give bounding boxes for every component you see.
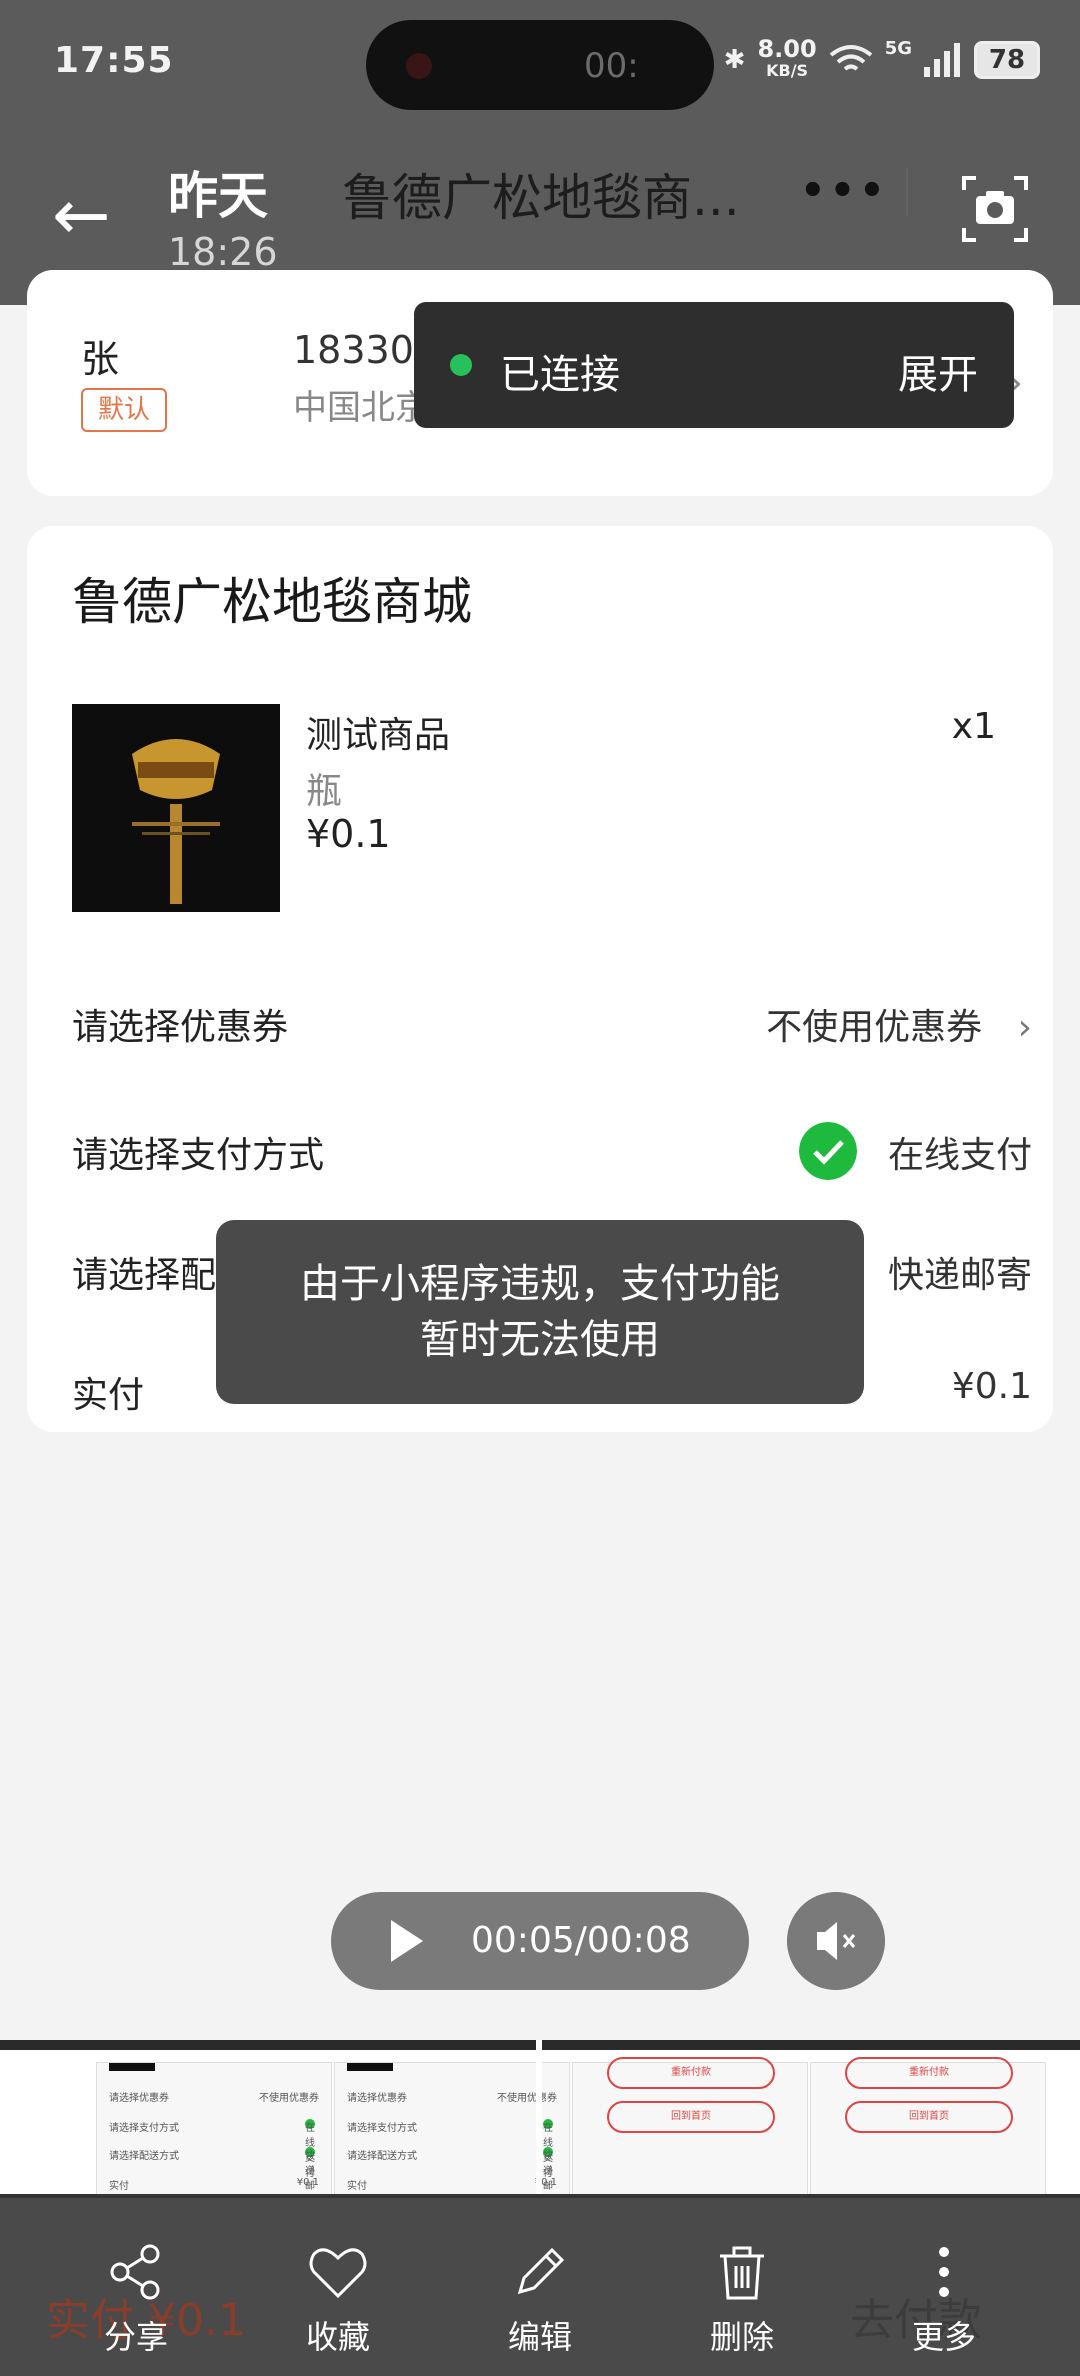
total-value: ¥0.1 [951,1366,1032,1407]
connection-toast: 已连接 展开 [414,302,1014,428]
capsule-divider [906,168,908,216]
favorite-button[interactable]: 收藏 [278,2242,398,2358]
front-camera [406,53,432,79]
edit-label: 编辑 [507,2318,572,2356]
dynamic-island: 00: [366,20,714,110]
toast-line-2: 暂时无法使用 [420,1317,660,1363]
status-bar: 17:55 00: ✱ 8.00 KB/S 5G 78 [0,0,1080,120]
share-icon [110,2244,160,2300]
more-button[interactable]: 更多 [884,2242,1004,2358]
pencil-icon [517,2247,565,2295]
product-name: 测试商品 [306,715,451,756]
share-label: 分享 [103,2318,168,2356]
connection-status: 已连接 [500,352,620,398]
bottom-toolbar: 实付 ¥0.1 去付款 分享 收藏 编辑 删除 更多 [0,2194,1080,2376]
status-icons: ✱ 8.00 KB/S 5G 78 [723,35,1040,82]
total-label: 实付 [72,1375,145,1416]
more-dots-icon[interactable]: ••• [800,168,889,214]
play-icon[interactable] [387,1916,427,1966]
payment-value: 在线支付 [887,1135,1032,1176]
coupon-row[interactable]: 请选择优惠券 不使用优惠券 › [72,988,1032,1048]
checkmark-icon [798,1122,857,1180]
product-quantity: x1 [951,706,996,747]
payment-disabled-toast: 由于小程序违规，支付功能 暂时无法使用 [216,1220,864,1404]
toast-line-1: 由于小程序违规，支付功能 [300,1261,780,1307]
playback-timer: 00:05/00:08 [471,1920,691,1961]
trash-icon [720,2246,764,2300]
more-label: 更多 [911,2318,976,2356]
camera-icon[interactable] [960,174,1030,244]
coupon-value: 不使用优惠券 [766,1007,983,1048]
expand-button[interactable]: 展开 [898,342,978,400]
timeline-frame: 请选择优惠券不使用优惠券 请选择支付方式在线支付 请选择配送方式快递邮寄 实付¥… [96,2062,332,2207]
coupon-label: 请选择优惠券 [72,1007,289,1048]
chevron-right-icon: › [1017,1007,1032,1048]
recipient-name: 张 [81,337,120,381]
product-spec: 瓶 [306,771,343,812]
delete-label: 删除 [709,2318,774,2356]
delivery-value: 快递邮寄 [887,1255,1032,1296]
product-price: ¥0.1 [306,812,391,856]
default-badge: 默认 [81,388,167,432]
timeline-frame: 请选择优惠券不使用优惠券 请选择支付方式在线支付 请选择配送方式快递邮寄 实付¥… [334,2062,570,2207]
back-arrow-icon[interactable]: ← [52,180,111,250]
shop-name: 鲁德广松地毯商城 [72,573,472,631]
product-image [72,704,280,912]
network-type: 5G [884,37,912,59]
battery-indicator: 78 [974,41,1040,79]
signal-icon [924,43,960,77]
mute-icon[interactable] [787,1892,885,1990]
payment-row[interactable]: 请选择支付方式 在线支付 [72,1116,1032,1180]
status-time: 17:55 [54,40,174,81]
header-time: 18:26 [168,230,278,274]
heart-icon [309,2248,367,2299]
video-playback-control[interactable]: 00:05/00:08 [331,1892,749,1990]
network-speed: 8.00 KB/S [757,35,817,80]
delete-button[interactable]: 删除 [682,2242,802,2358]
timeline-frame: 重新付款 回到首页 [810,2057,1046,2202]
page-title: 鲁德广松地毯商... [342,169,740,227]
edit-button[interactable]: 编辑 [480,2242,600,2358]
bluetooth-icon: ✱ [723,45,746,75]
connected-dot-icon [450,354,472,376]
recording-indicator: 00: [584,46,639,86]
more-vertical-icon [939,2247,949,2297]
header-day: 昨天 [168,167,268,225]
favorite-label: 收藏 [305,2318,370,2356]
timeline-frame: 重新付款 回到首页 [572,2057,808,2202]
wifi-icon [829,45,872,71]
share-button[interactable]: 分享 [76,2242,196,2358]
payment-label: 请选择支付方式 [72,1135,325,1176]
delivery-label: 请选择配 [72,1255,217,1296]
timeline-playhead[interactable] [536,2040,542,2200]
